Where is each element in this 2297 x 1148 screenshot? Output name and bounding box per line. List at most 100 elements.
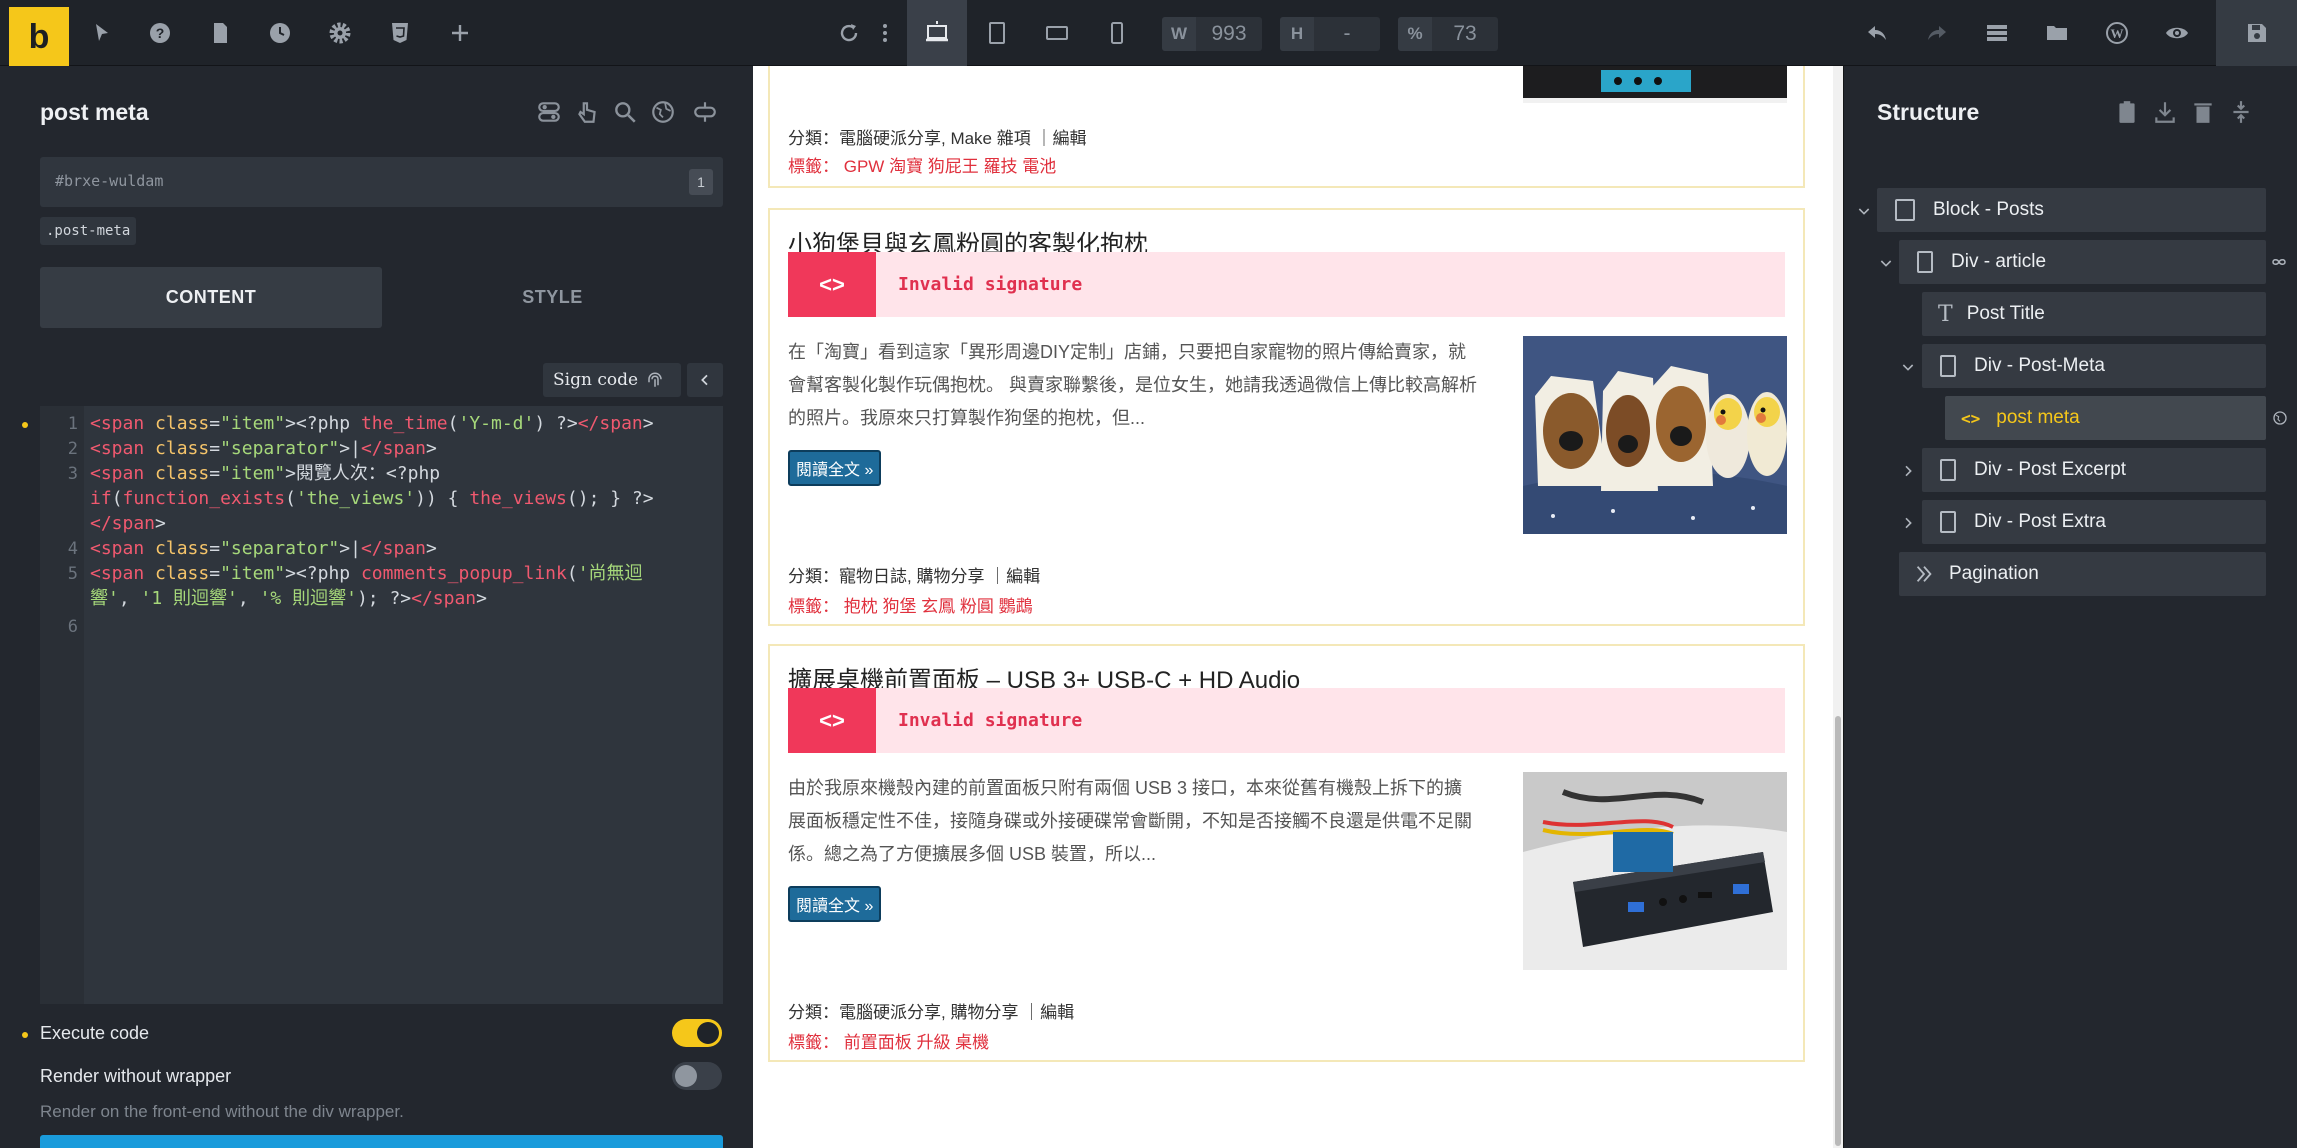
settings-gear-icon[interactable] [322, 0, 358, 66]
div-icon [1940, 355, 1956, 377]
globe-icon[interactable] [2272, 410, 2288, 426]
class-chip-label: .post-meta [46, 223, 131, 239]
sign-code-button[interactable]: Sign code [543, 363, 681, 397]
breakpoint-mobile-icon[interactable] [1102, 0, 1132, 66]
line-number: 3 [67, 464, 78, 484]
post-thumbnail[interactable] [1523, 66, 1787, 103]
structure-item-label: Div - Post Excerpt [1974, 459, 2127, 480]
structure-item-label: post meta [1996, 407, 2080, 428]
code-line-1: <span class="item"><?php the_time('Y-m-d… [90, 413, 654, 434]
undo-icon[interactable] [1860, 0, 1894, 66]
post-tags[interactable]: 標籤： GPW 淘寶 狗屁王 羅技 電池 [788, 152, 1056, 177]
execute-code-toggle[interactable] [672, 1019, 722, 1047]
conditions-icon[interactable] [536, 99, 562, 125]
block-icon [1895, 199, 1915, 221]
chevron-down-icon[interactable] [1856, 203, 1872, 219]
post-categories[interactable]: 分類：電腦硬派分享, 購物分享 ｜編輯 [788, 998, 1074, 1023]
read-more-button[interactable]: 閱讀全文 » [788, 886, 882, 922]
render-without-wrapper-toggle[interactable] [672, 1062, 722, 1090]
page-icon[interactable] [202, 0, 238, 66]
post-categories[interactable]: 分類：電腦硬派分享, Make 雜項 ｜編輯 [788, 124, 1086, 149]
history-icon[interactable] [262, 0, 298, 66]
read-more-button[interactable]: 閱讀全文 » [788, 450, 882, 486]
collapse-all-icon[interactable] [2228, 99, 2254, 125]
tags-list[interactable]: 前置面板 升級 桌機 [844, 1033, 989, 1052]
chevron-right-icon[interactable] [1900, 463, 1916, 479]
class-chip[interactable]: .post-meta [40, 217, 137, 245]
structure-item-post-title[interactable]: T Post Title [1922, 292, 2266, 336]
top-toolbar: b ? W 993 H - % 73 W [0, 0, 2297, 67]
height-value[interactable]: - [1314, 22, 1380, 46]
more-vertical-icon[interactable] [870, 0, 900, 66]
search-icon[interactable] [612, 99, 638, 125]
link-icon[interactable] [2270, 253, 2288, 271]
zoom-value[interactable]: 73 [1432, 22, 1498, 46]
editor-indicator-dot [22, 422, 28, 428]
bottom-action-bar[interactable] [40, 1135, 723, 1148]
structure-item-label: Pagination [1949, 563, 2039, 584]
interactions-icon[interactable] [574, 99, 600, 125]
post-thumbnail[interactable] [1523, 772, 1787, 970]
preview-eye-icon[interactable] [2160, 0, 2194, 66]
post-categories[interactable]: 分類：寵物日誌, 購物分享 ｜編輯 [788, 562, 1040, 587]
code-line-4: <span class="separator">|</span> [90, 538, 437, 559]
folder-icon[interactable] [2040, 0, 2074, 66]
structure-item-div-post-meta[interactable]: Div - Post-Meta [1922, 344, 2266, 388]
globe-icon[interactable] [650, 99, 676, 125]
clipboard-icon[interactable] [2114, 99, 2140, 125]
breakpoint-tablet-landscape-icon[interactable] [1040, 0, 1074, 66]
chevron-down-icon[interactable] [1900, 359, 1916, 375]
chevron-down-icon[interactable] [1878, 255, 1894, 271]
chevron-right-icon[interactable] [1900, 515, 1916, 531]
code-icon: <> [788, 688, 876, 753]
add-icon[interactable] [442, 0, 478, 66]
tags-list[interactable]: 抱枕 狗堡 玄鳳 粉圓 鸚鵡 [844, 597, 1033, 616]
pointer-icon[interactable] [84, 0, 120, 66]
width-field[interactable]: W 993 [1162, 17, 1262, 51]
double-chevron-icon [1913, 563, 1935, 585]
html5-icon[interactable] [382, 0, 418, 66]
save-icon[interactable] [2216, 0, 2297, 66]
download-icon[interactable] [2152, 99, 2178, 125]
structure-item-pagination[interactable]: Pagination [1899, 552, 2266, 596]
svg-text:?: ? [156, 25, 165, 41]
tags-label: 標籤： [788, 157, 839, 176]
css-id-field[interactable]: #brxe-wuldam 1 [40, 157, 723, 207]
structure-item-post-meta[interactable]: <> post meta [1945, 396, 2266, 440]
breakpoint-tablet-portrait-icon[interactable] [982, 0, 1012, 66]
structure-item-label: Div - article [1951, 251, 2047, 272]
help-icon[interactable]: ? [142, 0, 178, 66]
width-value[interactable]: 993 [1196, 22, 1262, 46]
canvas-scrollbar[interactable] [1833, 66, 1843, 1148]
structure-layers-icon[interactable] [1980, 0, 2014, 66]
structure-item-div-article[interactable]: Div - article [1899, 240, 2266, 284]
collapse-editor-button[interactable] [687, 363, 723, 397]
code-line-5: <span class="item"><?php comments_popup_… [90, 563, 643, 609]
tab-style[interactable]: STYLE [382, 267, 723, 328]
post-tags[interactable]: 標籤： 抱枕 狗堡 玄鳳 粉圓 鸚鵡 [788, 592, 1033, 617]
reload-icon[interactable] [834, 0, 864, 66]
wordpress-icon[interactable]: W [2100, 0, 2134, 66]
zoom-label: % [1398, 17, 1432, 51]
post-card: 小狗堡貝與玄鳳粉圓的客製化抱枕 <> Invalid signature 在「淘… [768, 208, 1805, 626]
line-number: 4 [67, 539, 78, 559]
height-field[interactable]: H - [1280, 17, 1380, 51]
post-tags[interactable]: 標籤： 前置面板 升級 桌機 [788, 1028, 989, 1053]
redo-icon[interactable] [1920, 0, 1954, 66]
bricks-logo[interactable]: b [9, 7, 69, 67]
sign-code-label: Sign code [553, 370, 639, 390]
tab-content[interactable]: CONTENT [40, 267, 382, 328]
structure-item-block-posts[interactable]: Block - Posts [1877, 188, 2266, 232]
trash-icon[interactable] [2190, 99, 2216, 125]
tags-list[interactable]: GPW 淘寶 狗屁王 羅技 電池 [844, 157, 1057, 176]
structure-item-div-post-excerpt[interactable]: Div - Post Excerpt [1922, 448, 2266, 492]
structure-panel: Structure Block - Posts Div - article T … [1843, 66, 2297, 1148]
zoom-field[interactable]: % 73 [1398, 17, 1498, 51]
breakpoint-desktop-icon[interactable] [907, 0, 967, 66]
structure-item-div-post-extra[interactable]: Div - Post Extra [1922, 500, 2266, 544]
post-thumbnail[interactable] [1523, 336, 1787, 534]
error-message: Invalid signature [898, 274, 1083, 295]
code-editor[interactable]: 1 2 3 4 5 6 <span class="item"><?php the… [40, 406, 723, 1004]
execute-indicator-dot [22, 1032, 28, 1038]
toggle-panel-icon[interactable] [692, 99, 718, 125]
